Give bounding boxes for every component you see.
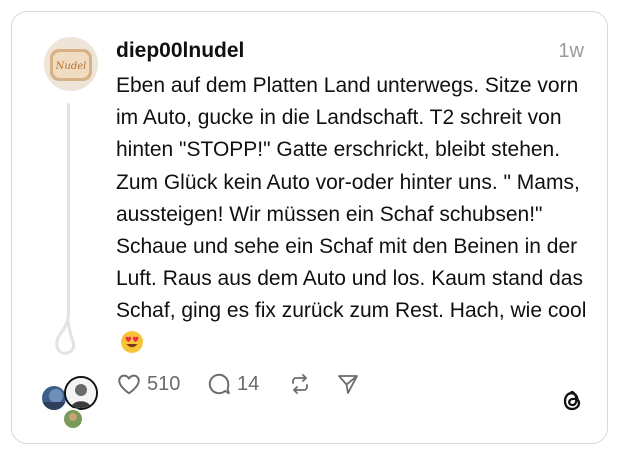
replier-avatar-2	[64, 376, 98, 410]
thread-loop-icon	[55, 316, 76, 355]
share-button[interactable]	[336, 372, 376, 396]
heart-icon	[118, 374, 140, 395]
reply-button[interactable]: 14	[206, 371, 288, 397]
repost-button[interactable]	[288, 372, 336, 396]
replier-avatar-3	[62, 408, 84, 430]
reply-avatars[interactable]	[40, 374, 100, 434]
post-text: Eben auf dem Platten Land unterwegs. Sit…	[116, 70, 594, 364]
action-bar: 510 14	[116, 369, 376, 399]
like-count: 510	[147, 372, 181, 395]
avatar-lettering: Nudel	[55, 61, 87, 72]
username[interactable]: diep00lnudel	[116, 39, 244, 63]
heart-eyes-emoji-icon	[120, 330, 144, 364]
post-text-content: Eben auf dem Platten Land unterwegs. Sit…	[116, 74, 587, 323]
post-timestamp[interactable]: 1w	[558, 40, 584, 63]
like-button[interactable]: 510	[116, 371, 206, 397]
threads-logo-icon[interactable]	[560, 388, 584, 419]
toast-avatar-image: Nudel	[44, 37, 98, 91]
author-avatar[interactable]: Nudel	[44, 37, 98, 91]
send-icon	[338, 375, 358, 394]
comment-icon	[208, 373, 230, 395]
repost-icon	[292, 374, 308, 394]
reply-count: 14	[237, 372, 260, 395]
thread-line	[67, 103, 70, 318]
